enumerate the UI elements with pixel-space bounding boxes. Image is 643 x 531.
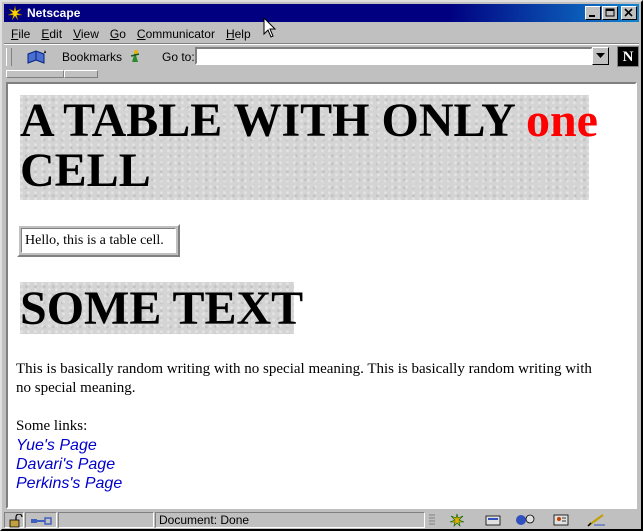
window-title: Netscape — [27, 6, 81, 20]
status-text-cell: Document: Done — [155, 512, 425, 528]
link-yue[interactable]: Yue's Page — [16, 436, 97, 455]
connection-cell[interactable] — [25, 512, 57, 528]
body-paragraph: This is basically random writing with no… — [16, 361, 592, 396]
toolbar-grip[interactable] — [6, 48, 12, 66]
heading1-red-text: one — [525, 94, 598, 147]
close-button[interactable] — [621, 6, 637, 20]
menu-file[interactable]: File — [11, 27, 30, 41]
menu-edit[interactable]: Edit — [41, 27, 62, 41]
heading1-black-text: A TABLE WITH ONLY — [20, 94, 526, 147]
unlocked-padlock-icon — [9, 514, 23, 528]
mail-inbox-icon[interactable] — [484, 513, 502, 527]
component-bar — [426, 512, 639, 528]
maximize-button[interactable] — [602, 6, 618, 20]
heading2: SOME TEXT — [20, 282, 304, 335]
location-icon[interactable] — [128, 48, 142, 64]
browser-window: Netscape File Edit View Go Communicator … — [0, 0, 643, 531]
mouse-pointer-icon — [263, 17, 277, 38]
location-toolbar: Bookmarks Go to: N — [4, 46, 639, 68]
menu-view[interactable]: View — [73, 27, 99, 41]
menu-separator — [4, 43, 639, 45]
page-content: A TABLE WITH ONLY one CELL Hello, this i… — [6, 82, 637, 509]
chevron-down-icon — [596, 53, 605, 58]
collapsed-toolbar-tab[interactable] — [64, 70, 98, 78]
bookmarks-label: Bookmarks — [62, 50, 123, 64]
composer-icon[interactable] — [586, 513, 608, 527]
navigator-icon[interactable] — [448, 513, 466, 527]
title-bar[interactable]: Netscape — [4, 4, 639, 22]
heading1-end-text: CELL — [20, 144, 151, 197]
url-input[interactable] — [195, 47, 593, 65]
collapsed-toolbar-tab[interactable] — [6, 70, 64, 78]
menu-go[interactable]: Go — [110, 27, 126, 41]
minimize-button[interactable] — [585, 6, 601, 20]
collapsed-toolbar-tabs — [4, 69, 639, 79]
menu-help[interactable]: Help — [226, 27, 251, 41]
netscape-app-icon — [7, 5, 23, 21]
netscape-logo[interactable]: N — [617, 46, 639, 67]
connection-plug-icon — [31, 517, 52, 525]
links-label: Some links: — [16, 418, 88, 434]
heading1: A TABLE WITH ONLY one CELL — [20, 96, 600, 196]
progress-cell — [58, 512, 154, 528]
link-davari[interactable]: Davari's Page — [16, 455, 115, 474]
address-book-icon[interactable] — [552, 513, 570, 527]
table-cell: Hello, this is a table cell. — [21, 228, 176, 253]
link-perkins[interactable]: Perkins's Page — [16, 474, 122, 493]
goto-label: Go to: — [162, 50, 195, 64]
status-bar: Document: Done — [4, 511, 639, 529]
menu-bar: File Edit View Go Communicator Help — [4, 24, 639, 43]
grip-icon — [429, 514, 435, 525]
bookmarks-button[interactable]: Bookmarks — [26, 47, 122, 67]
url-history-dropdown[interactable] — [592, 47, 609, 65]
menu-communicator[interactable]: Communicator — [137, 27, 215, 41]
status-text: Document: Done — [159, 513, 250, 527]
single-cell-table: Hello, this is a table cell. — [17, 224, 180, 257]
discussion-groups-icon[interactable] — [514, 513, 538, 527]
bookmarks-book-icon — [26, 48, 48, 66]
security-cell[interactable] — [4, 512, 24, 528]
